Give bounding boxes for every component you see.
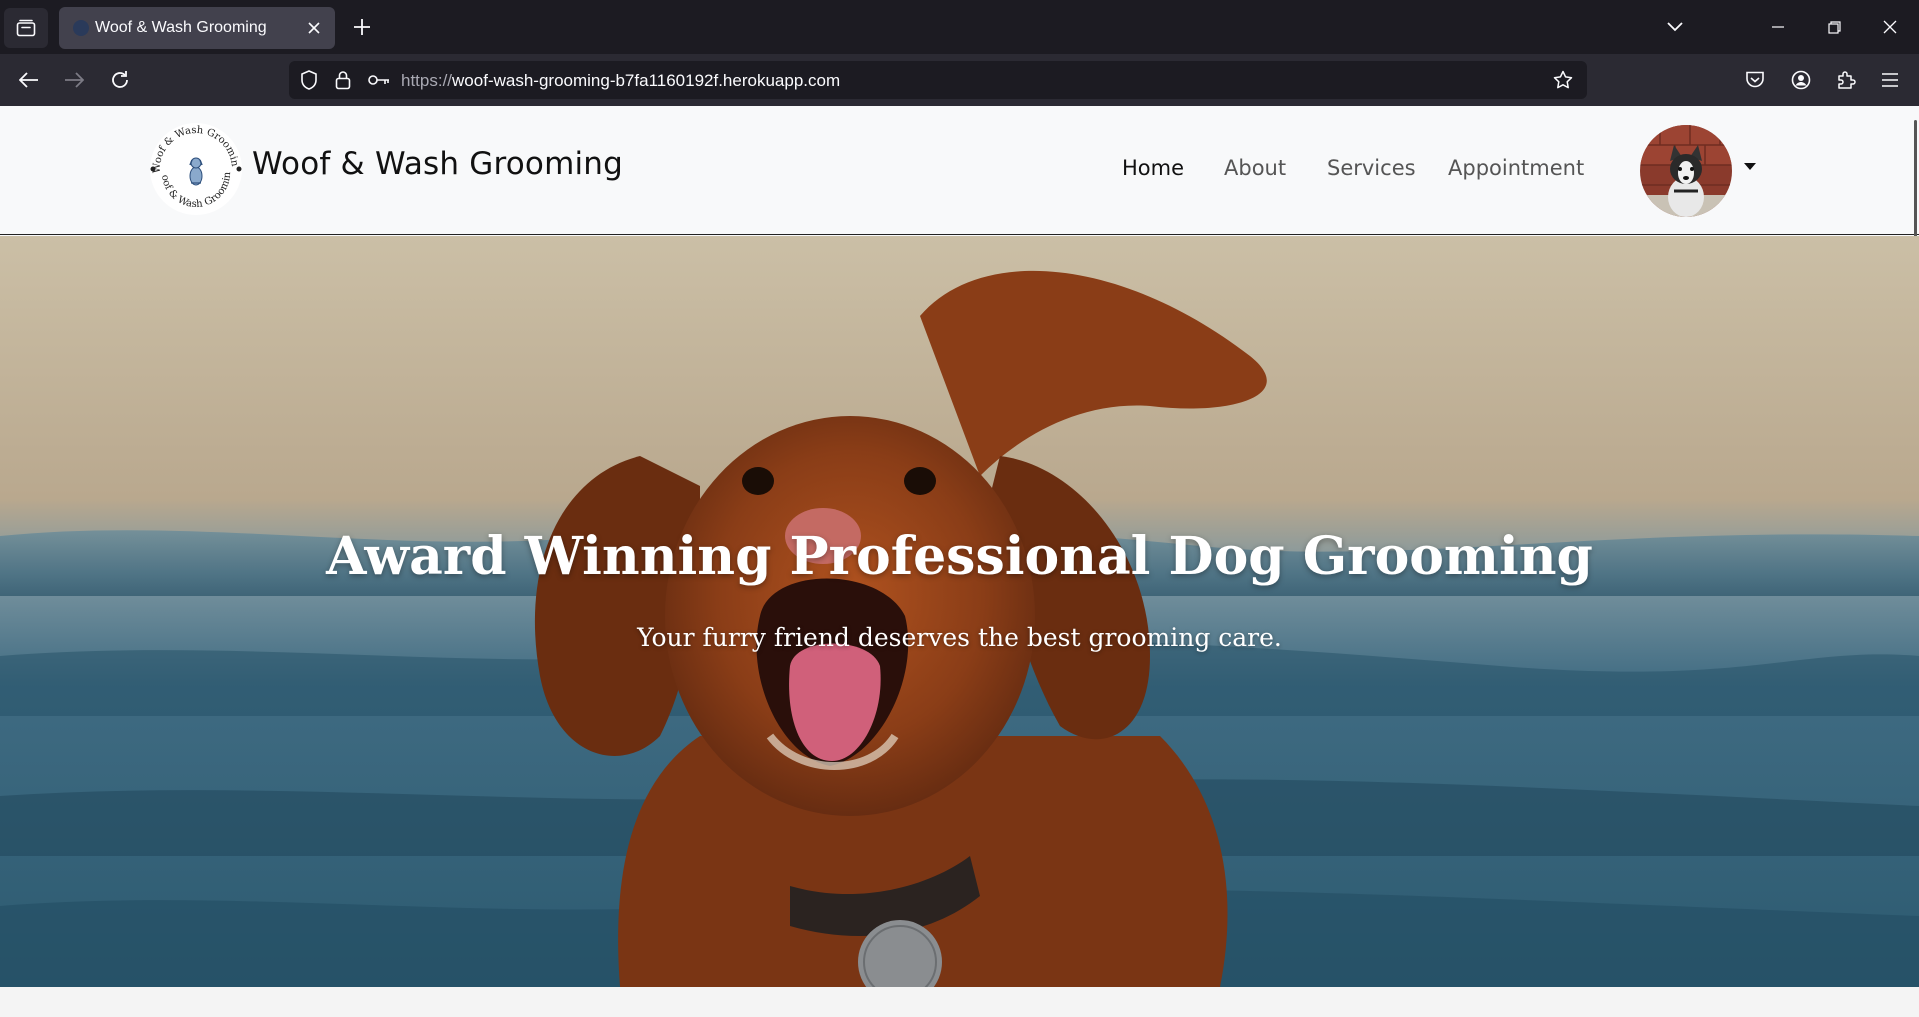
nav-link-home[interactable]: Home [1122, 156, 1184, 180]
user-avatar[interactable] [1640, 125, 1732, 217]
favicon-icon [73, 20, 89, 36]
new-tab-button[interactable] [345, 10, 379, 44]
site-brand[interactable]: Woof & Wash Grooming [252, 146, 623, 182]
account-icon [1791, 70, 1811, 90]
hero-banner: Award Winning Professional Dog Grooming … [0, 236, 1919, 987]
close-window-button[interactable] [1868, 0, 1912, 54]
site-header: Woof & Wash Grooming Woof & Wash Groomin… [0, 106, 1919, 340]
user-dropdown-caret[interactable] [1744, 163, 1756, 170]
web-page: Woof & Wash Grooming Woof & Wash Groomin… [0, 106, 1919, 1017]
browser-tab[interactable]: Woof & Wash Grooming [59, 7, 335, 49]
minimize-icon [1772, 26, 1784, 28]
back-arrow-icon [19, 72, 38, 88]
close-icon [1883, 20, 1897, 34]
hero-subtitle: Your furry friend deserves the best groo… [637, 623, 1282, 652]
forward-button[interactable] [57, 63, 91, 97]
reload-icon [112, 71, 128, 88]
forward-arrow-icon [65, 72, 84, 88]
pocket-icon [1746, 71, 1764, 88]
app-menu-button[interactable] [1873, 63, 1907, 97]
browser-navigation-bar: https://woof-wash-grooming-b7fa1160192f.… [0, 54, 1919, 106]
restore-icon [1827, 20, 1841, 34]
site-logo[interactable]: Woof & Wash Grooming Woof & Wash Groomin… [143, 113, 244, 217]
hero-title: Award Winning Professional Dog Grooming [326, 526, 1593, 587]
nav-link-appointment[interactable]: Appointment [1448, 156, 1584, 180]
tab-list-button[interactable] [4, 8, 48, 48]
hamburger-icon [1882, 73, 1898, 87]
close-icon [308, 22, 320, 34]
url-bar[interactable]: https://woof-wash-grooming-b7fa1160192f.… [289, 61, 1587, 99]
minimize-button[interactable] [1756, 0, 1800, 54]
page-section-below-hero [0, 987, 1919, 1017]
hero-dog-photo [0, 236, 1919, 987]
close-tab-button[interactable] [303, 17, 325, 39]
url-host: woof-wash-grooming-b7fa1160192f.herokuap… [452, 71, 841, 90]
tab-list-icon [16, 19, 36, 37]
pocket-button[interactable] [1738, 63, 1772, 97]
plus-icon [354, 19, 370, 35]
dog-icon [189, 157, 203, 186]
tab-title: Woof & Wash Grooming [95, 19, 267, 36]
nav-link-services[interactable]: Services [1327, 156, 1416, 180]
reload-button[interactable] [103, 63, 137, 97]
list-all-tabs-button[interactable] [1655, 0, 1695, 54]
restore-button[interactable] [1812, 0, 1856, 54]
url-protocol: https:// [401, 71, 453, 90]
back-button[interactable] [12, 63, 46, 97]
puzzle-icon [1838, 71, 1856, 89]
star-icon[interactable] [1553, 70, 1573, 90]
account-button[interactable] [1784, 63, 1818, 97]
nav-link-about[interactable]: About [1224, 156, 1286, 180]
url-text[interactable]: https://woof-wash-grooming-b7fa1160192f.… [401, 71, 840, 91]
key-icon[interactable] [367, 70, 391, 90]
extensions-button[interactable] [1829, 63, 1863, 97]
shield-icon[interactable] [299, 70, 319, 90]
chevron-down-icon [1667, 22, 1683, 32]
lock-icon[interactable] [333, 70, 353, 90]
browser-tab-bar: Woof & Wash Grooming [0, 0, 1919, 54]
